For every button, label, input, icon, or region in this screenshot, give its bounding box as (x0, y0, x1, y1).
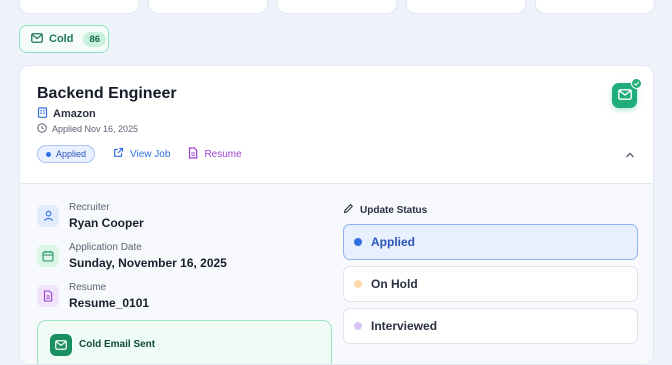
resume-value: Resume_0101 (69, 296, 150, 310)
status-option-on-hold[interactable]: On Hold (343, 266, 638, 302)
resume-row: Resume Resume_0101 (37, 282, 149, 310)
status-option-applied[interactable]: Applied (343, 224, 638, 260)
user-icon (37, 205, 59, 227)
status-badge: Applied (37, 145, 96, 163)
application-date-label: Application Date (69, 242, 142, 253)
status-badge-label: Applied (56, 149, 87, 159)
company-name: Amazon (53, 108, 96, 120)
check-icon (631, 78, 642, 89)
stat-card (277, 0, 397, 14)
cold-filter-chip[interactable]: Cold 86 (19, 25, 109, 53)
cold-count-badge: 86 (83, 31, 107, 47)
job-card-header[interactable]: Backend Engineer Amazon Applied Nov 16, … (20, 66, 653, 183)
applied-date-text: Applied Nov 16, 2025 (52, 124, 139, 134)
calendar-icon (37, 245, 59, 267)
cold-email-sent-box: Cold Email Sent (37, 320, 332, 364)
external-link-icon (113, 147, 124, 161)
cold-email-sent-label: Cold Email Sent (79, 339, 156, 350)
status-option-interviewed[interactable]: Interviewed (343, 308, 638, 344)
clock-icon (37, 123, 47, 135)
mail-icon (31, 32, 43, 46)
job-details-panel: Recruiter Ryan Cooper Application Date S… (20, 183, 653, 364)
status-dot (354, 238, 362, 246)
pencil-icon (343, 203, 354, 217)
applied-date: Applied Nov 16, 2025 (37, 123, 138, 135)
application-date-value: Sunday, November 16, 2025 (69, 256, 227, 270)
job-actions: Applied View Job Resume (37, 145, 242, 163)
application-date-row: Application Date Sunday, November 16, 20… (37, 242, 227, 270)
status-dot (354, 280, 362, 288)
resume-label: Resume (69, 282, 107, 293)
resume-link-label: Resume (204, 148, 242, 160)
status-option-label: Applied (371, 235, 415, 249)
chevron-up-icon[interactable] (624, 148, 636, 166)
status-option-label: Interviewed (371, 319, 438, 333)
view-job-label: View Job (130, 148, 171, 160)
stat-card (406, 0, 526, 14)
job-card: Backend Engineer Amazon Applied Nov 16, … (19, 65, 654, 365)
company: Amazon (37, 107, 96, 121)
recruiter-row: Recruiter Ryan Cooper (37, 202, 144, 230)
stat-card (19, 0, 139, 14)
mail-icon (50, 334, 72, 356)
job-title: Backend Engineer (37, 85, 177, 102)
status-dot (354, 322, 362, 330)
update-status-heading: Update Status (343, 203, 427, 217)
update-status-title: Update Status (360, 204, 428, 216)
cold-filter-label: Cold (49, 33, 74, 45)
resume-link[interactable]: Resume (188, 146, 242, 162)
recruiter-name: Ryan Cooper (69, 216, 144, 230)
document-icon (37, 285, 59, 307)
status-dot (46, 151, 51, 157)
stat-card (148, 0, 268, 14)
mail-icon (617, 87, 632, 105)
status-option-label: On Hold (371, 277, 418, 291)
view-job-link[interactable]: View Job (113, 147, 170, 161)
recruiter-label: Recruiter (69, 202, 110, 213)
stat-card (535, 0, 655, 14)
building-icon (37, 107, 48, 121)
send-email-button[interactable] (612, 78, 642, 108)
document-icon (188, 146, 198, 162)
